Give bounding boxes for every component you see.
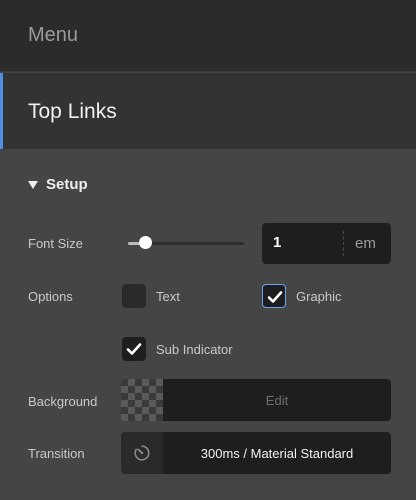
setup-section-toggle[interactable]: Setup [28, 176, 88, 193]
checkmark-icon [267, 291, 283, 303]
transition-label: Transition [28, 446, 85, 461]
font-size-slider-thumb[interactable] [139, 236, 153, 249]
menu-title: Menu [28, 24, 79, 46]
font-size-value[interactable]: 1 [273, 234, 281, 251]
panel-title: Top Links [28, 100, 117, 123]
sub-indicator-checkbox[interactable] [122, 337, 146, 361]
top-links-panel-header[interactable]: Top Links [0, 73, 416, 149]
background-edit-button[interactable]: Edit [163, 379, 391, 421]
font-size-unit-select[interactable]: em [355, 235, 376, 252]
font-size-input[interactable]: 1 em [262, 223, 391, 264]
menu-header[interactable]: Menu [0, 0, 416, 72]
transition-icon-button[interactable] [121, 432, 163, 474]
graphic-checkbox[interactable] [262, 284, 286, 308]
options-label: Options [28, 289, 73, 304]
background-color-swatch[interactable] [121, 379, 163, 421]
text-checkbox-label[interactable]: Text [156, 289, 180, 304]
caret-down-icon [28, 180, 38, 189]
transition-select-button[interactable]: 300ms / Material Standard [163, 432, 391, 474]
background-label: Background [28, 394, 98, 409]
checkmark-icon [126, 343, 142, 355]
input-divider [343, 231, 344, 256]
sub-indicator-checkbox-label[interactable]: Sub Indicator [156, 342, 233, 357]
setup-section-title: Setup [46, 176, 88, 193]
graphic-checkbox-label[interactable]: Graphic [296, 289, 342, 304]
text-checkbox[interactable] [122, 284, 146, 308]
font-size-label: Font Size [28, 236, 83, 251]
timer-icon [134, 445, 150, 461]
